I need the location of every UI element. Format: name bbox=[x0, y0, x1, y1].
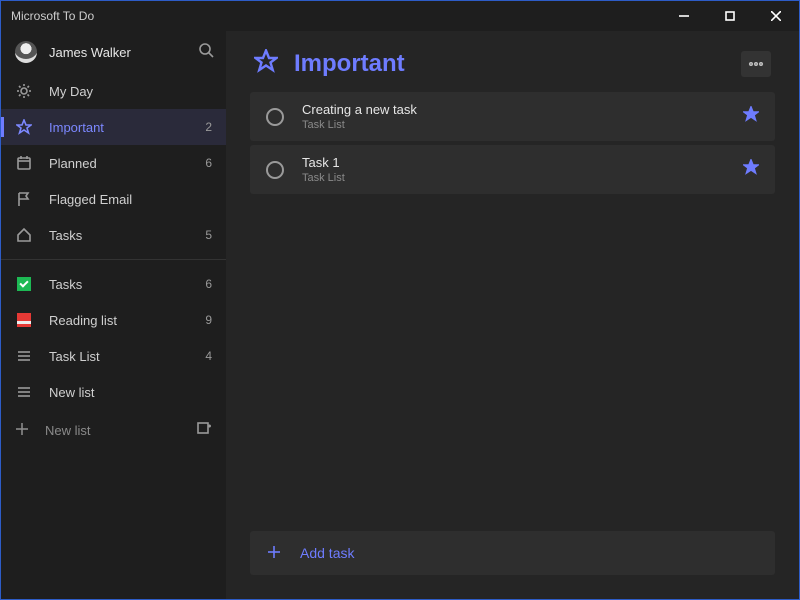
task-title: Creating a new task bbox=[302, 102, 743, 117]
nav-count: 6 bbox=[205, 156, 212, 170]
plus-icon bbox=[15, 422, 29, 439]
task-list: Creating a new task Task List Task 1 Tas… bbox=[226, 92, 799, 194]
nav-label: Planned bbox=[49, 156, 205, 171]
nav-count: 2 bbox=[205, 120, 212, 134]
complete-checkbox[interactable] bbox=[266, 161, 284, 179]
sidebar-item-user-tasks[interactable]: Tasks 6 bbox=[1, 266, 226, 302]
nav-label: Reading list bbox=[49, 313, 205, 328]
search-icon[interactable] bbox=[198, 42, 214, 63]
add-task-input[interactable]: Add task bbox=[250, 531, 775, 575]
app-body: James Walker My Day Important 2 Planned bbox=[1, 31, 799, 599]
titlebar: Microsoft To Do bbox=[1, 1, 799, 31]
nav-label: My Day bbox=[49, 84, 212, 99]
add-task-label: Add task bbox=[300, 545, 354, 561]
new-group-icon[interactable] bbox=[196, 421, 212, 440]
header-star-icon bbox=[254, 49, 278, 78]
task-sublabel: Task List bbox=[302, 119, 743, 131]
nav-count: 6 bbox=[205, 277, 212, 291]
window-controls bbox=[661, 1, 799, 31]
sidebar-item-my-day[interactable]: My Day bbox=[1, 73, 226, 109]
nav-label: Tasks bbox=[49, 228, 205, 243]
sidebar-item-new-list[interactable]: New list bbox=[1, 374, 226, 410]
more-options-button[interactable] bbox=[741, 51, 771, 77]
nav-count: 4 bbox=[205, 349, 212, 363]
list-icon bbox=[15, 384, 33, 400]
task-title: Task 1 bbox=[302, 155, 743, 170]
green-check-icon bbox=[15, 277, 33, 291]
task-sublabel: Task List bbox=[302, 172, 743, 184]
star-filled-icon[interactable] bbox=[743, 159, 759, 180]
nav-count: 5 bbox=[205, 228, 212, 242]
star-filled-icon[interactable] bbox=[743, 106, 759, 127]
nav-count: 9 bbox=[205, 313, 212, 327]
app-window: Microsoft To Do James Walker My Day bbox=[0, 0, 800, 600]
nav-label: Important bbox=[49, 120, 205, 135]
sidebar-item-tasks[interactable]: Tasks 5 bbox=[1, 217, 226, 253]
complete-checkbox[interactable] bbox=[266, 108, 284, 126]
page-title: Important bbox=[294, 50, 741, 78]
flag-icon bbox=[15, 191, 33, 207]
task-row[interactable]: Task 1 Task List bbox=[250, 145, 775, 194]
maximize-button[interactable] bbox=[707, 1, 753, 31]
sidebar-item-planned[interactable]: Planned 6 bbox=[1, 145, 226, 181]
task-row[interactable]: Creating a new task Task List bbox=[250, 92, 775, 141]
window-title: Microsoft To Do bbox=[11, 9, 94, 23]
list-icon bbox=[15, 348, 33, 364]
user-lists: Tasks 6 Reading list 9 Task List 4 New l… bbox=[1, 266, 226, 410]
sidebar-item-task-list[interactable]: Task List 4 bbox=[1, 338, 226, 374]
nav-label: Tasks bbox=[49, 277, 205, 292]
red-square-icon bbox=[15, 313, 33, 327]
profile-name: James Walker bbox=[49, 45, 198, 60]
sidebar-item-important[interactable]: Important 2 bbox=[1, 109, 226, 145]
nav-label: Task List bbox=[49, 349, 205, 364]
profile-row[interactable]: James Walker bbox=[1, 31, 226, 73]
nav-label: Flagged Email bbox=[49, 192, 212, 207]
star-icon bbox=[15, 119, 33, 135]
sidebar-item-flagged-email[interactable]: Flagged Email bbox=[1, 181, 226, 217]
smart-lists: My Day Important 2 Planned 6 Flagged Ema… bbox=[1, 73, 226, 253]
sun-icon bbox=[15, 83, 33, 99]
avatar bbox=[15, 41, 37, 63]
close-button[interactable] bbox=[753, 1, 799, 31]
sidebar-item-reading-list[interactable]: Reading list 9 bbox=[1, 302, 226, 338]
home-icon bbox=[15, 227, 33, 243]
main-panel: Important Creating a new task Task List … bbox=[226, 31, 799, 599]
task-text: Creating a new task Task List bbox=[302, 102, 743, 131]
add-list-label: New list bbox=[45, 423, 91, 438]
sidebar: James Walker My Day Important 2 Planned bbox=[1, 31, 226, 599]
add-list-row[interactable]: New list bbox=[1, 410, 226, 450]
nav-label: New list bbox=[49, 385, 212, 400]
plus-icon bbox=[266, 544, 282, 563]
main-header: Important bbox=[226, 31, 799, 92]
task-text: Task 1 Task List bbox=[302, 155, 743, 184]
minimize-button[interactable] bbox=[661, 1, 707, 31]
calendar-icon bbox=[15, 155, 33, 171]
sidebar-divider bbox=[1, 259, 226, 260]
